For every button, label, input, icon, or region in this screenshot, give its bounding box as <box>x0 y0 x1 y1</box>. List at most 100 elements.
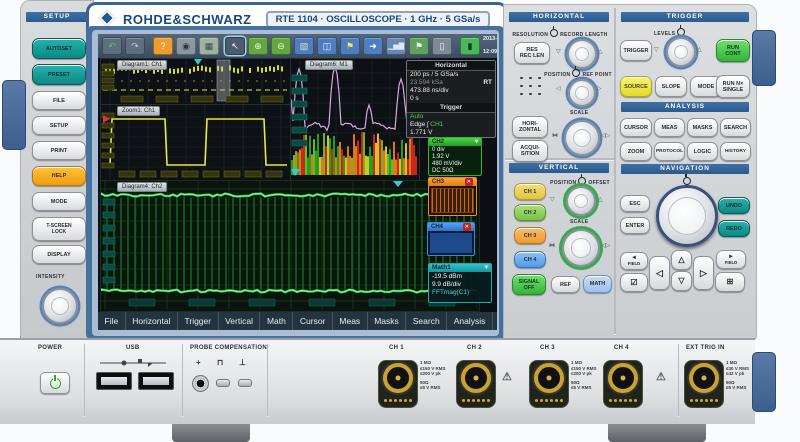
acquisition-button[interactable]: ACQUI- SITION <box>512 140 548 162</box>
ref-button[interactable]: REF <box>551 276 580 293</box>
annotate-grid-icon[interactable]: ▦ <box>199 37 219 55</box>
arrow-down-button[interactable]: ▽ <box>671 271 692 291</box>
mode-button[interactable]: MODE <box>32 192 86 211</box>
masks-button[interactable]: MASKS <box>687 118 718 137</box>
ch4-bnc-connector <box>603 360 643 408</box>
diagram4-tab[interactable]: Diagram4: Ch2 <box>117 182 168 192</box>
print-button[interactable]: PRINT <box>32 141 86 160</box>
acquisition-state-icon[interactable]: ▮ <box>460 37 480 55</box>
esc-button[interactable]: ESC <box>620 195 650 212</box>
run-cont-button[interactable]: RUN CONT <box>716 39 750 62</box>
touchscreen-lock-button[interactable]: T-SCREEN LOCK <box>32 217 86 241</box>
math-button[interactable]: MATH <box>583 275 612 293</box>
meas-button[interactable]: MEAS <box>654 118 685 137</box>
menu-item-search[interactable]: Search <box>406 312 448 330</box>
trigger-level-knob[interactable] <box>666 37 696 67</box>
field-right-button[interactable]: ► FIELD <box>716 250 746 269</box>
minimize-icon[interactable]: ▾ <box>485 264 488 272</box>
help-button[interactable]: HELP <box>32 166 86 186</box>
v-position-knob[interactable] <box>566 186 596 216</box>
checkbox-button[interactable]: ☑ <box>620 273 648 292</box>
window-tab-button[interactable]: ⊞ <box>715 272 745 292</box>
menu-item-masks[interactable]: Masks <box>368 312 407 330</box>
ch3-button[interactable]: CH 3 <box>514 227 546 244</box>
horizontal-menu-button[interactable]: HORI- ZONTAL <box>512 116 548 138</box>
protocol-button[interactable]: PROTOCOL <box>654 142 685 161</box>
slope-button[interactable]: SLOPE <box>655 76 687 97</box>
ch1-input-label: CH 1 <box>389 345 404 351</box>
delete-icon[interactable]: ▯ <box>432 37 452 55</box>
ch2-signal-box[interactable]: CH2 ▾ 0 div 1.92 V 480 mV/div DC 50Ω <box>428 137 482 176</box>
help-icon[interactable]: ? <box>153 37 173 55</box>
oscilloscope-front-panel: SETUP AUTOSET PRESET FILE SETUP PRINT HE… <box>0 0 800 442</box>
spectrum-icon[interactable]: ▁▅▇ <box>386 37 406 55</box>
ch2-button[interactable]: CH 2 <box>514 204 546 221</box>
menu-item-math[interactable]: Math <box>260 312 294 330</box>
zoom1-tab[interactable]: Zoom1: Ch1 <box>117 106 161 116</box>
close-icon[interactable]: ✕ <box>464 178 473 186</box>
redo-icon[interactable]: ↷ <box>125 37 145 55</box>
enter-button[interactable]: ENTER <box>620 217 650 234</box>
undo-icon[interactable]: ↶ <box>102 37 122 55</box>
v-scale-knob[interactable] <box>562 229 600 267</box>
diagram1-tab[interactable]: Diagram1: Ch1 <box>117 60 168 70</box>
source-button[interactable]: SOURCE <box>620 76 652 97</box>
zoom-area-icon[interactable]: ▧ <box>294 37 314 55</box>
spectrum-tab[interactable]: Diagram6: M1 <box>305 60 353 70</box>
mask-test-icon[interactable]: ⚑ <box>409 37 429 55</box>
zoom-out-icon[interactable]: ⊖ <box>271 37 291 55</box>
jump-icon[interactable]: ➜ <box>363 37 383 55</box>
menu-item-trigger[interactable]: Trigger <box>178 312 219 330</box>
file-button[interactable]: FILE <box>32 91 86 110</box>
menu-item-file[interactable]: File <box>98 312 126 330</box>
logic-button[interactable]: LOGIC <box>687 142 718 161</box>
math1-signal-box[interactable]: Math1 ▾ -19.5 dBm 9.9 dB/div FFTmag(C1) <box>428 263 492 303</box>
search-button[interactable]: SEARCH <box>720 118 751 137</box>
zoom-button[interactable]: ZOOM <box>620 142 652 161</box>
display-grid-icon[interactable]: ◫ <box>317 37 337 55</box>
ch4-button[interactable]: CH 4 <box>514 251 546 268</box>
trigger-menu-button[interactable]: TRIGGER <box>620 40 652 61</box>
close-icon[interactable]: ✕ <box>462 223 471 231</box>
power-button[interactable] <box>40 372 70 394</box>
ch3-signal-box[interactable]: CH3 ✕ <box>428 177 477 216</box>
signal-off-button[interactable]: SIGNAL OFF <box>512 274 546 295</box>
menu-item-cursor[interactable]: Cursor <box>293 312 333 330</box>
ch4-thumbnail <box>430 233 472 253</box>
h-scale-knob[interactable] <box>564 120 600 156</box>
marker-flag-icon[interactable]: ⚑ <box>340 37 360 55</box>
autoset-button[interactable]: AUTOSET <box>32 38 86 59</box>
menu-item-analysis[interactable]: Analysis <box>447 312 493 330</box>
arrow-up-button[interactable]: △ <box>671 250 692 270</box>
ch1-button[interactable]: CH 1 <box>514 183 546 200</box>
knob-pictogram-icon <box>578 174 587 185</box>
screenshot-icon[interactable]: ◉ <box>176 37 196 55</box>
preset-button[interactable]: PRESET <box>32 64 86 85</box>
menu-item-horizontal[interactable]: Horizontal <box>126 312 178 330</box>
arrow-left-button[interactable]: ◁ <box>649 256 670 290</box>
navigation-knob[interactable] <box>656 185 718 247</box>
zoom-in-icon[interactable]: ⊕ <box>248 37 268 55</box>
ref-point-label: REF POINT <box>582 72 612 78</box>
right-side-handle <box>752 30 776 86</box>
minimize-icon[interactable]: ▾ <box>475 138 478 146</box>
h-position-knob[interactable] <box>568 79 596 107</box>
cursor-icon[interactable]: ↖ <box>225 37 245 55</box>
nav-undo-button[interactable]: UNDO <box>718 197 750 214</box>
res-reclen-button[interactable]: RES REC LEN <box>514 42 550 64</box>
setup-button[interactable]: SETUP <box>32 116 86 135</box>
run-single-button[interactable]: RUN N× SINGLE <box>716 75 750 98</box>
arrow-right-button[interactable]: ▷ <box>693 256 714 290</box>
menu-item-vertical[interactable]: Vertical <box>219 312 261 330</box>
field-left-button[interactable]: ◄ FIELD <box>620 252 648 270</box>
history-button[interactable]: HISTORY <box>720 142 751 161</box>
nav-redo-button[interactable]: REDO <box>718 220 750 237</box>
menu-item-display[interactable]: Display <box>493 312 497 330</box>
menu-item-meas[interactable]: Meas <box>333 312 368 330</box>
intensity-knob[interactable] <box>42 288 78 324</box>
ch3-bnc-connector <box>529 360 569 408</box>
resolution-knob[interactable] <box>567 39 597 69</box>
ch4-signal-box[interactable]: CH4 ✕ <box>427 222 475 256</box>
display-button[interactable]: DISPLAY <box>32 245 86 264</box>
cursor-button[interactable]: CURSOR <box>620 118 652 137</box>
